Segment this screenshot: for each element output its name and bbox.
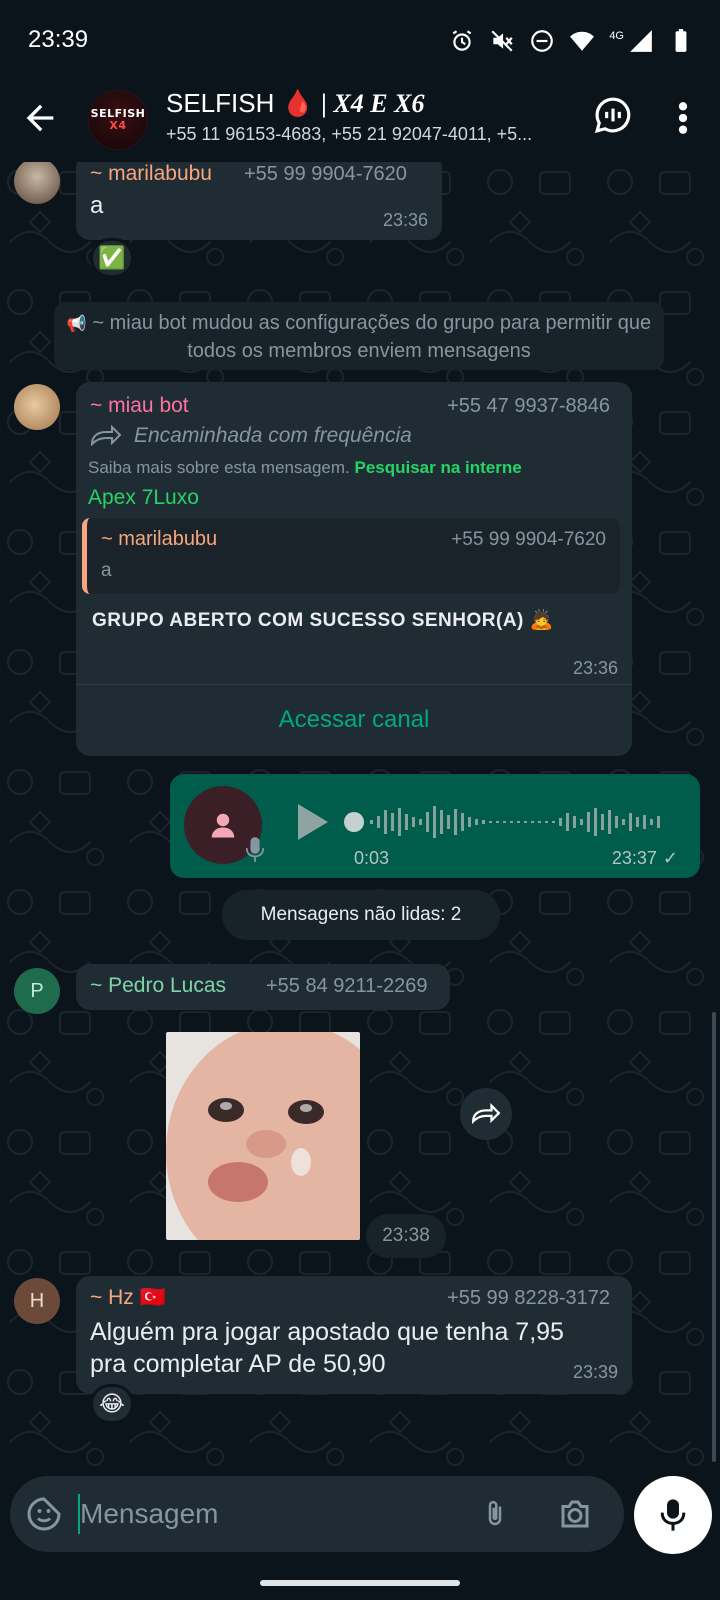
voice-chat-icon[interactable] [594, 96, 632, 134]
message-text: GRUPO ABERTO COM SUCESSO SENHOR(A) 🙇 [92, 610, 554, 631]
forward-icon [472, 1103, 501, 1125]
avatar-miau-bot[interactable] [14, 384, 60, 430]
group-avatar[interactable]: SELFISH X4 [88, 90, 148, 150]
mic-icon [660, 1499, 686, 1531]
message-input-container[interactable]: Mensagem [10, 1476, 624, 1552]
forwarded-icon [90, 424, 122, 447]
voice-message-bubble[interactable]: 0:03 23:37 ✓ [170, 774, 700, 878]
play-icon[interactable] [294, 802, 330, 842]
message-text: a [90, 192, 104, 219]
quoted-sender: ~ marilabubu [101, 528, 218, 550]
reaction-laugh[interactable]: 😂 [90, 1384, 134, 1424]
sticker-baby-face [166, 1032, 360, 1240]
group-avatar-subtext: X4 [109, 119, 127, 132]
more-options-icon[interactable] [670, 98, 696, 138]
avatar-pedro-lucas[interactable]: P [14, 968, 60, 1014]
forwarded-row: Encaminhada com frequência [90, 424, 412, 448]
message-sender[interactable]: ~ miau bot [90, 394, 189, 418]
group-title-name: SELFISH [166, 88, 275, 118]
message-time: 23:36 [572, 658, 618, 678]
alarm-icon [453, 30, 472, 51]
home-indicator[interactable] [260, 1580, 460, 1586]
avatar-letter: H [29, 1289, 45, 1312]
quoted-message[interactable]: ~ marilabubu +55 99 9904-7620 a [82, 518, 620, 594]
camera-icon[interactable] [556, 1496, 594, 1532]
mic-small-icon [245, 837, 265, 862]
access-channel-button[interactable]: Acessar canal [76, 686, 632, 754]
sent-tick-icon: ✓ [662, 848, 678, 868]
message-text-line1: Alguém pra jogar apostado que tenha 7,95 [90, 1318, 564, 1346]
dnd-icon [531, 30, 554, 52]
message-bubble[interactable]: ~ Hz 🇹🇷 +55 99 8228-3172 Alguém pra joga… [76, 1276, 632, 1394]
reaction-check[interactable]: ✅ [90, 238, 134, 278]
message-text-line2: pra completar AP de 50,90 [90, 1350, 386, 1378]
message-phone: +55 99 8228-3172 [447, 1287, 610, 1309]
attach-icon[interactable] [480, 1496, 510, 1532]
mute-icon [491, 30, 513, 52]
network-type: 4G [609, 30, 624, 42]
sticker-image[interactable] [166, 1032, 360, 1240]
composer-bar: Mensagem [0, 1468, 720, 1600]
message-bubble-bot[interactable]: ~ miau bot +55 47 9937-8846 Encaminhada … [76, 382, 632, 756]
quoted-phone: +55 99 9904-7620 [451, 529, 606, 550]
forward-info: Saiba mais sobre esta mensagem. Pesquisa… [88, 458, 620, 478]
group-title[interactable]: SELFISH 🩸 | X4 E X6 [166, 88, 424, 119]
back-arrow-icon[interactable] [20, 98, 60, 138]
voice-record-button[interactable] [634, 1476, 712, 1554]
forwarded-label: Encaminhada com frequência [134, 424, 412, 447]
voice-time-row: 23:37 ✓ [612, 848, 678, 869]
wifi-icon [570, 31, 595, 51]
message-phone: +55 99 9904-7620 [244, 163, 407, 185]
search-web-link[interactable]: Pesquisar na interne [354, 458, 521, 477]
divider [76, 684, 632, 685]
system-message-text: ~ miau bot mudou as configurações do gru… [92, 312, 652, 362]
person-icon [211, 813, 235, 838]
avatar-hz[interactable]: H [14, 1278, 60, 1324]
system-message: 📢 ~ miau bot mudou as configurações do g… [54, 302, 664, 370]
battery-icon [675, 29, 687, 52]
status-time: 23:39 [28, 26, 89, 53]
unread-messages-chip: Mensagens não lidas: 2 [222, 890, 500, 940]
status-bar: 23:39 4G [0, 0, 720, 80]
message-sender[interactable]: ~ Hz 🇹🇷 [90, 1286, 166, 1310]
group-participants[interactable]: +55 11 96153-4683, +55 21 92047-4011, +5… [166, 124, 532, 145]
megaphone-icon: 📢 [66, 316, 87, 333]
message-sender[interactable]: ~ marilabubu [90, 162, 212, 186]
forward-info-text: Saiba mais sobre esta mensagem. [88, 458, 350, 477]
message-sender[interactable]: ~ Pedro Lucas [90, 974, 226, 998]
message-time: 23:37 [611, 848, 657, 868]
message-phone: +55 47 9937-8846 [447, 395, 610, 417]
chat-area[interactable]: ~ marilabubu +55 99 9904-7620 a 23:36 ✅ … [0, 162, 720, 1468]
chat-header: SELFISH X4 SELFISH 🩸 | X4 E X6 +55 11 96… [0, 80, 720, 162]
sticker-emoji-icon[interactable] [26, 1496, 62, 1532]
message-bubble[interactable]: ~ marilabubu +55 99 9904-7620 a 23:36 [76, 162, 442, 240]
status-icons: 4G [449, 28, 694, 54]
message-input[interactable]: Mensagem [80, 1498, 219, 1530]
forward-button[interactable] [460, 1088, 512, 1140]
avatar-letter: P [30, 979, 44, 1002]
scrollbar[interactable] [712, 1012, 716, 1462]
message-bubble-header[interactable]: ~ Pedro Lucas +55 84 9211-2269 [76, 964, 450, 1010]
signal-icon [630, 30, 652, 52]
group-title-suffix: | X4 E X6 [321, 89, 425, 118]
drop-emoji: 🩸 [281, 88, 314, 118]
message-time: 23:36 [382, 210, 428, 230]
quoted-text: a [101, 560, 112, 581]
message-time: 23:39 [572, 1362, 618, 1382]
message-phone: +55 84 9211-2269 [266, 975, 428, 997]
sticker-time: 23:38 [366, 1214, 446, 1258]
channel-name[interactable]: Apex 7Luxo [88, 486, 199, 510]
audio-waveform[interactable] [344, 804, 680, 840]
voice-duration: 0:03 [354, 848, 390, 868]
